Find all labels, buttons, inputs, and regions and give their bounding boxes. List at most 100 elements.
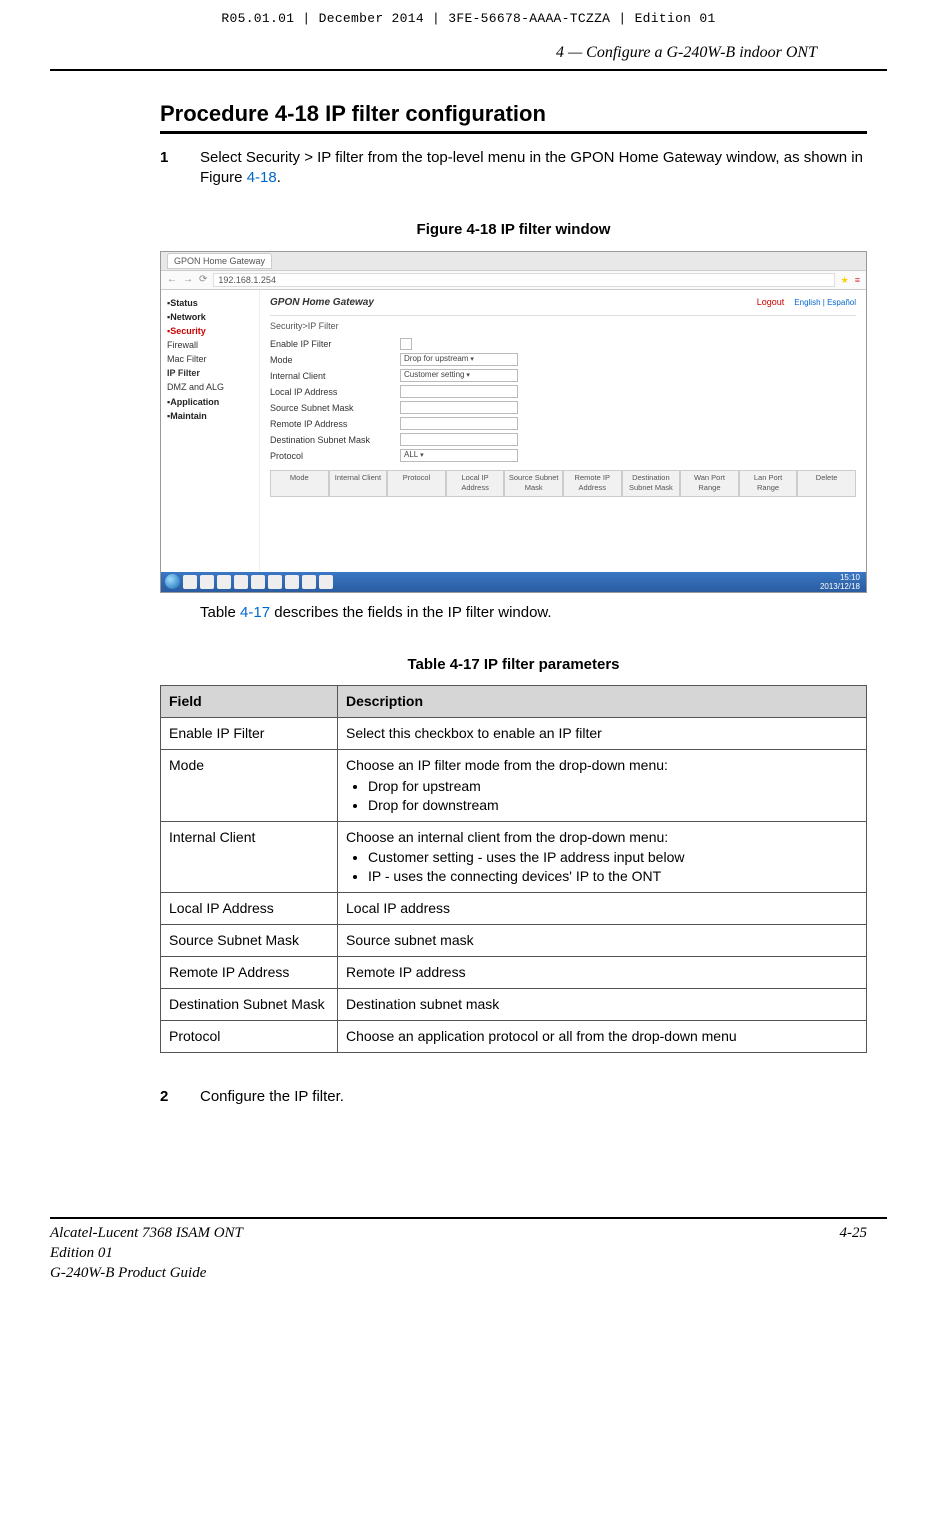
taskbar-icon[interactable]: [217, 575, 231, 589]
step-text-post: .: [277, 169, 281, 186]
bullet: Drop for upstream: [368, 777, 858, 796]
figure-caption: Figure 4-18 IP filter window: [160, 220, 867, 240]
taskbar-icon[interactable]: [302, 575, 316, 589]
lang-english[interactable]: English: [794, 298, 820, 307]
menu-icon[interactable]: ≡: [855, 274, 860, 286]
sidebar: ▪Status ▪Network ▪Security Firewall Mac …: [161, 290, 260, 574]
cell-field: Local IP Address: [161, 893, 338, 925]
cell-field: Protocol: [161, 1020, 338, 1052]
cell-desc: Choose an internal client from the drop-…: [338, 821, 867, 893]
taskbar-icon[interactable]: [285, 575, 299, 589]
cell-field: Enable IP Filter: [161, 717, 338, 749]
th-field: Field: [161, 686, 338, 718]
browser-tabbar: GPON Home Gateway: [161, 252, 866, 271]
back-icon[interactable]: ←: [167, 273, 177, 287]
sidebar-item-maintain[interactable]: ▪Maintain: [165, 409, 255, 423]
screenshot: GPON Home Gateway ← → ⟳ 192.168.1.254 ★ …: [160, 251, 867, 593]
taskbar-icon[interactable]: [183, 575, 197, 589]
procedure-title: Procedure 4-18 IP filter configuration: [160, 99, 867, 134]
protocol-select[interactable]: ALL: [400, 449, 518, 462]
sidebar-item-mac-filter[interactable]: Mac Filter: [165, 352, 255, 366]
label-dest-mask: Destination Subnet Mask: [270, 434, 400, 446]
table-intro: Table 4-17 describes the fields in the I…: [200, 603, 867, 623]
lang-espanol[interactable]: Español: [827, 298, 856, 307]
address-bar[interactable]: 192.168.1.254: [213, 273, 834, 287]
th-protocol: Protocol: [387, 470, 446, 496]
step-number: 1: [160, 148, 200, 189]
start-orb-icon[interactable]: [165, 574, 180, 589]
breadcrumb: Security>IP Filter: [270, 320, 856, 332]
step-body: Configure the IP filter.: [200, 1087, 867, 1107]
sidebar-item-ip-filter[interactable]: IP Filter: [165, 366, 255, 380]
logout-link[interactable]: Logout: [757, 297, 785, 307]
step-body: Select Security > IP filter from the top…: [200, 148, 867, 189]
local-ip-input[interactable]: [400, 385, 518, 398]
bullet: Drop for downstream: [368, 796, 858, 815]
table-row: Enable IP Filter Select this checkbox to…: [161, 717, 867, 749]
step-2: 2 Configure the IP filter.: [160, 1087, 867, 1107]
remote-ip-input[interactable]: [400, 417, 518, 430]
cell-field: Internal Client: [161, 821, 338, 893]
table-row: Protocol Choose an application protocol …: [161, 1020, 867, 1052]
taskbar-icon[interactable]: [200, 575, 214, 589]
label-internal-client: Internal Client: [270, 370, 400, 382]
label-local-ip: Local IP Address: [270, 386, 400, 398]
source-mask-input[interactable]: [400, 401, 518, 414]
step-1: 1 Select Security > IP filter from the t…: [160, 148, 867, 189]
cell-field: Mode: [161, 749, 338, 821]
table-xref[interactable]: 4-17: [240, 604, 270, 621]
step-text: Select Security > IP filter from the top…: [200, 149, 863, 186]
label-enable: Enable IP Filter: [270, 338, 400, 350]
forward-icon[interactable]: →: [183, 273, 193, 287]
taskbar-icon[interactable]: [268, 575, 282, 589]
taskbar: 15:102013/12/18: [161, 572, 866, 592]
reload-icon[interactable]: ⟳: [199, 273, 207, 287]
table-row: Source Subnet Mask Source subnet mask: [161, 925, 867, 957]
label-mode: Mode: [270, 354, 400, 366]
cell-desc: Select this checkbox to enable an IP fil…: [338, 717, 867, 749]
cell-desc: Destination subnet mask: [338, 988, 867, 1020]
figure-xref[interactable]: 4-18: [247, 169, 277, 186]
sidebar-item-network[interactable]: ▪Network: [165, 310, 255, 324]
running-head: 4 — Configure a G-240W-B indoor ONT: [50, 28, 887, 72]
th-description: Description: [338, 686, 867, 718]
footer-line-1: Alcatel-Lucent 7368 ISAM ONT: [50, 1223, 243, 1243]
app-title: GPON Home Gateway: [270, 296, 374, 310]
results-table-header: Mode Internal Client Protocol Local IP A…: [270, 470, 856, 496]
th-mode: Mode: [270, 470, 329, 496]
taskbar-icon[interactable]: [251, 575, 265, 589]
taskbar-icon[interactable]: [319, 575, 333, 589]
dest-mask-input[interactable]: [400, 433, 518, 446]
sidebar-item-dmz-alg[interactable]: DMZ and ALG: [165, 380, 255, 394]
sidebar-item-firewall[interactable]: Firewall: [165, 338, 255, 352]
bullet: Customer setting - uses the IP address i…: [368, 848, 858, 867]
cell-field: Remote IP Address: [161, 956, 338, 988]
cell-desc: Choose an IP filter mode from the drop-d…: [338, 749, 867, 821]
enable-checkbox[interactable]: [400, 338, 412, 350]
cell-desc: Choose an application protocol or all fr…: [338, 1020, 867, 1052]
table-row: Mode Choose an IP filter mode from the d…: [161, 749, 867, 821]
sidebar-item-security[interactable]: ▪Security: [165, 324, 255, 338]
footer-line-3: G-240W-B Product Guide: [50, 1263, 243, 1283]
footer-line-2: Edition 01: [50, 1243, 243, 1263]
step-number: 2: [160, 1087, 200, 1107]
sidebar-item-status[interactable]: ▪Status: [165, 296, 255, 310]
cell-desc: Local IP address: [338, 893, 867, 925]
cell-field: Destination Subnet Mask: [161, 988, 338, 1020]
bookmark-icon[interactable]: ★: [841, 274, 849, 286]
browser-toolbar: ← → ⟳ 192.168.1.254 ★ ≡: [161, 271, 866, 290]
label-source-mask: Source Subnet Mask: [270, 402, 400, 414]
mode-select[interactable]: Drop for upstream: [400, 353, 518, 366]
taskbar-icon[interactable]: [234, 575, 248, 589]
page-footer: Alcatel-Lucent 7368 ISAM ONT Edition 01 …: [50, 1223, 867, 1284]
sidebar-item-application[interactable]: ▪Application: [165, 395, 255, 409]
browser-tab[interactable]: GPON Home Gateway: [167, 253, 272, 269]
doc-header: R05.01.01 | December 2014 | 3FE-56678-AA…: [0, 0, 937, 28]
th-src-mask: Source Subnet Mask: [504, 470, 563, 496]
cell-field: Source Subnet Mask: [161, 925, 338, 957]
taskbar-clock: 15:102013/12/18: [820, 573, 862, 591]
internal-client-select[interactable]: Customer setting: [400, 369, 518, 382]
th-delete: Delete: [797, 470, 856, 496]
table-row: Internal Client Choose an internal clien…: [161, 821, 867, 893]
th-dst-mask: Destination Subnet Mask: [622, 470, 681, 496]
